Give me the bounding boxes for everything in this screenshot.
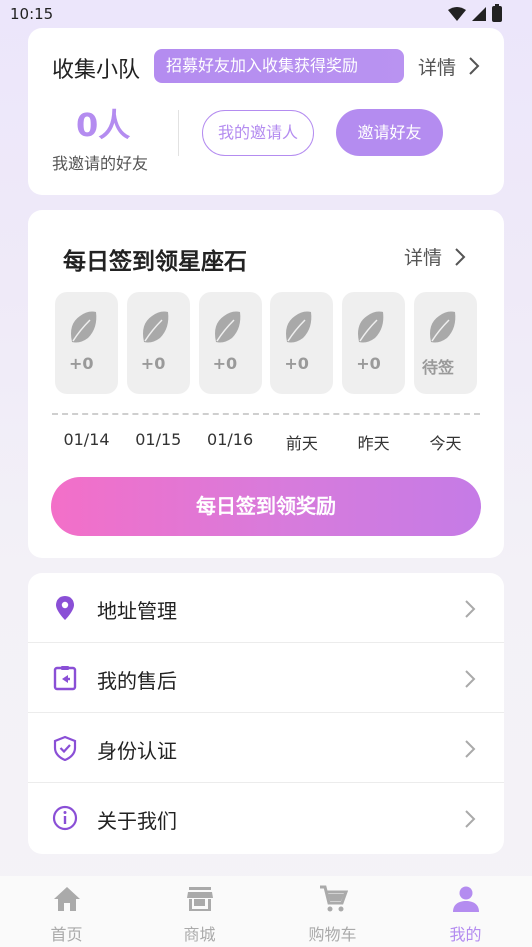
status-icons bbox=[448, 4, 502, 22]
my-inviter-button[interactable]: 我的邀请人 bbox=[202, 110, 314, 156]
team-detail-link[interactable]: 详情 bbox=[418, 53, 456, 80]
chevron-right-icon bbox=[465, 810, 476, 828]
day-label: 昨天 bbox=[357, 434, 390, 453]
store-icon bbox=[186, 887, 213, 911]
recruit-banner[interactable]: 招募好友加入收集获得奖励 bbox=[154, 49, 404, 83]
day-label: 今天 bbox=[429, 434, 462, 453]
team-card: 收集小队 招募好友加入收集获得奖励 详情 0人 我邀请的好友 我的邀请人 邀请好… bbox=[28, 28, 504, 195]
signal-icon bbox=[472, 7, 486, 21]
day-reward: +0 bbox=[212, 354, 238, 373]
day-label: 01/15 bbox=[135, 430, 182, 449]
day-labels: 01/14 01/15 01/16 前天 昨天 今天 bbox=[55, 430, 477, 454]
stone-icon bbox=[358, 311, 384, 343]
tab-home[interactable]: 首页 bbox=[0, 876, 133, 947]
day-reward: 待签 bbox=[421, 358, 454, 377]
day-box: +0 bbox=[198, 292, 262, 394]
tab-store[interactable]: 商城 bbox=[133, 876, 266, 947]
user-icon bbox=[452, 886, 479, 912]
menu-item-after-sales[interactable]: 我的售后 bbox=[28, 643, 504, 713]
status-time: 10:15 bbox=[10, 5, 54, 23]
stone-icon bbox=[429, 311, 456, 343]
chevron-right-icon[interactable] bbox=[454, 247, 466, 267]
menu-card: 地址管理 我的售后 身份认证 关于我们 bbox=[28, 573, 504, 854]
tab-cart[interactable]: 购物车 bbox=[266, 876, 399, 947]
invited-count-label: 我邀请的好友 bbox=[52, 154, 149, 173]
after-sales-icon bbox=[53, 666, 77, 691]
day-reward: +0 bbox=[69, 354, 94, 373]
menu-item-label: 关于我们 bbox=[97, 809, 177, 833]
shield-check-icon bbox=[53, 735, 77, 761]
status-bar: 10:15 bbox=[0, 0, 532, 28]
cart-icon bbox=[319, 885, 348, 912]
daily-checkin-button[interactable]: 每日签到领奖励 bbox=[51, 477, 481, 536]
team-title: 收集小队 bbox=[52, 58, 141, 83]
tab-label: 商城 bbox=[183, 925, 216, 944]
day-label: 01/16 bbox=[207, 430, 254, 449]
invited-count: 0人 bbox=[76, 106, 131, 144]
menu-item-address[interactable]: 地址管理 bbox=[28, 573, 504, 643]
stone-icon bbox=[214, 311, 240, 343]
menu-item-label: 身份认证 bbox=[97, 739, 177, 763]
tab-mine[interactable]: 我的 bbox=[399, 876, 532, 947]
info-icon bbox=[52, 805, 78, 831]
dashed-divider bbox=[52, 413, 480, 415]
divider bbox=[178, 110, 179, 156]
chevron-right-icon[interactable] bbox=[468, 56, 480, 76]
stone-icon bbox=[71, 311, 97, 343]
day-box: 待签 bbox=[413, 292, 477, 394]
day-label: 前天 bbox=[285, 434, 318, 453]
checkin-days: +0 +0 +0 +0 +0 待签 bbox=[55, 292, 477, 394]
wifi-icon bbox=[448, 7, 466, 21]
menu-item-label: 我的售后 bbox=[97, 669, 177, 693]
stone-icon bbox=[286, 311, 312, 343]
chevron-right-icon bbox=[465, 740, 476, 758]
tab-label: 购物车 bbox=[308, 925, 357, 944]
chevron-right-icon bbox=[465, 600, 476, 618]
home-icon bbox=[53, 887, 80, 911]
day-box: +0 bbox=[55, 292, 118, 394]
menu-item-about[interactable]: 关于我们 bbox=[28, 783, 504, 853]
bottom-tab-bar: 首页 商城 购物车 我的 bbox=[0, 876, 532, 947]
tab-label: 我的 bbox=[449, 925, 482, 944]
invite-friend-button[interactable]: 邀请好友 bbox=[336, 109, 443, 156]
checkin-card: 每日签到领星座石 详情 +0 +0 +0 +0 +0 待签 01/14 01/1… bbox=[28, 210, 504, 558]
day-box: +0 bbox=[126, 292, 190, 394]
day-label: 01/14 bbox=[63, 430, 110, 449]
day-box: +0 bbox=[342, 292, 406, 394]
chevron-right-icon bbox=[465, 670, 476, 688]
checkin-title: 每日签到领星座石 bbox=[63, 249, 247, 275]
day-reward: +0 bbox=[356, 354, 381, 373]
menu-item-identity[interactable]: 身份认证 bbox=[28, 713, 504, 783]
battery-icon bbox=[492, 4, 502, 22]
stone-icon bbox=[142, 311, 169, 343]
menu-item-label: 地址管理 bbox=[97, 599, 177, 623]
day-reward: +0 bbox=[284, 354, 309, 373]
day-reward: +0 bbox=[140, 354, 166, 373]
tab-label: 首页 bbox=[50, 925, 83, 944]
location-pin-icon bbox=[56, 596, 74, 620]
checkin-detail-link[interactable]: 详情 bbox=[404, 243, 442, 270]
day-box: +0 bbox=[270, 292, 334, 394]
